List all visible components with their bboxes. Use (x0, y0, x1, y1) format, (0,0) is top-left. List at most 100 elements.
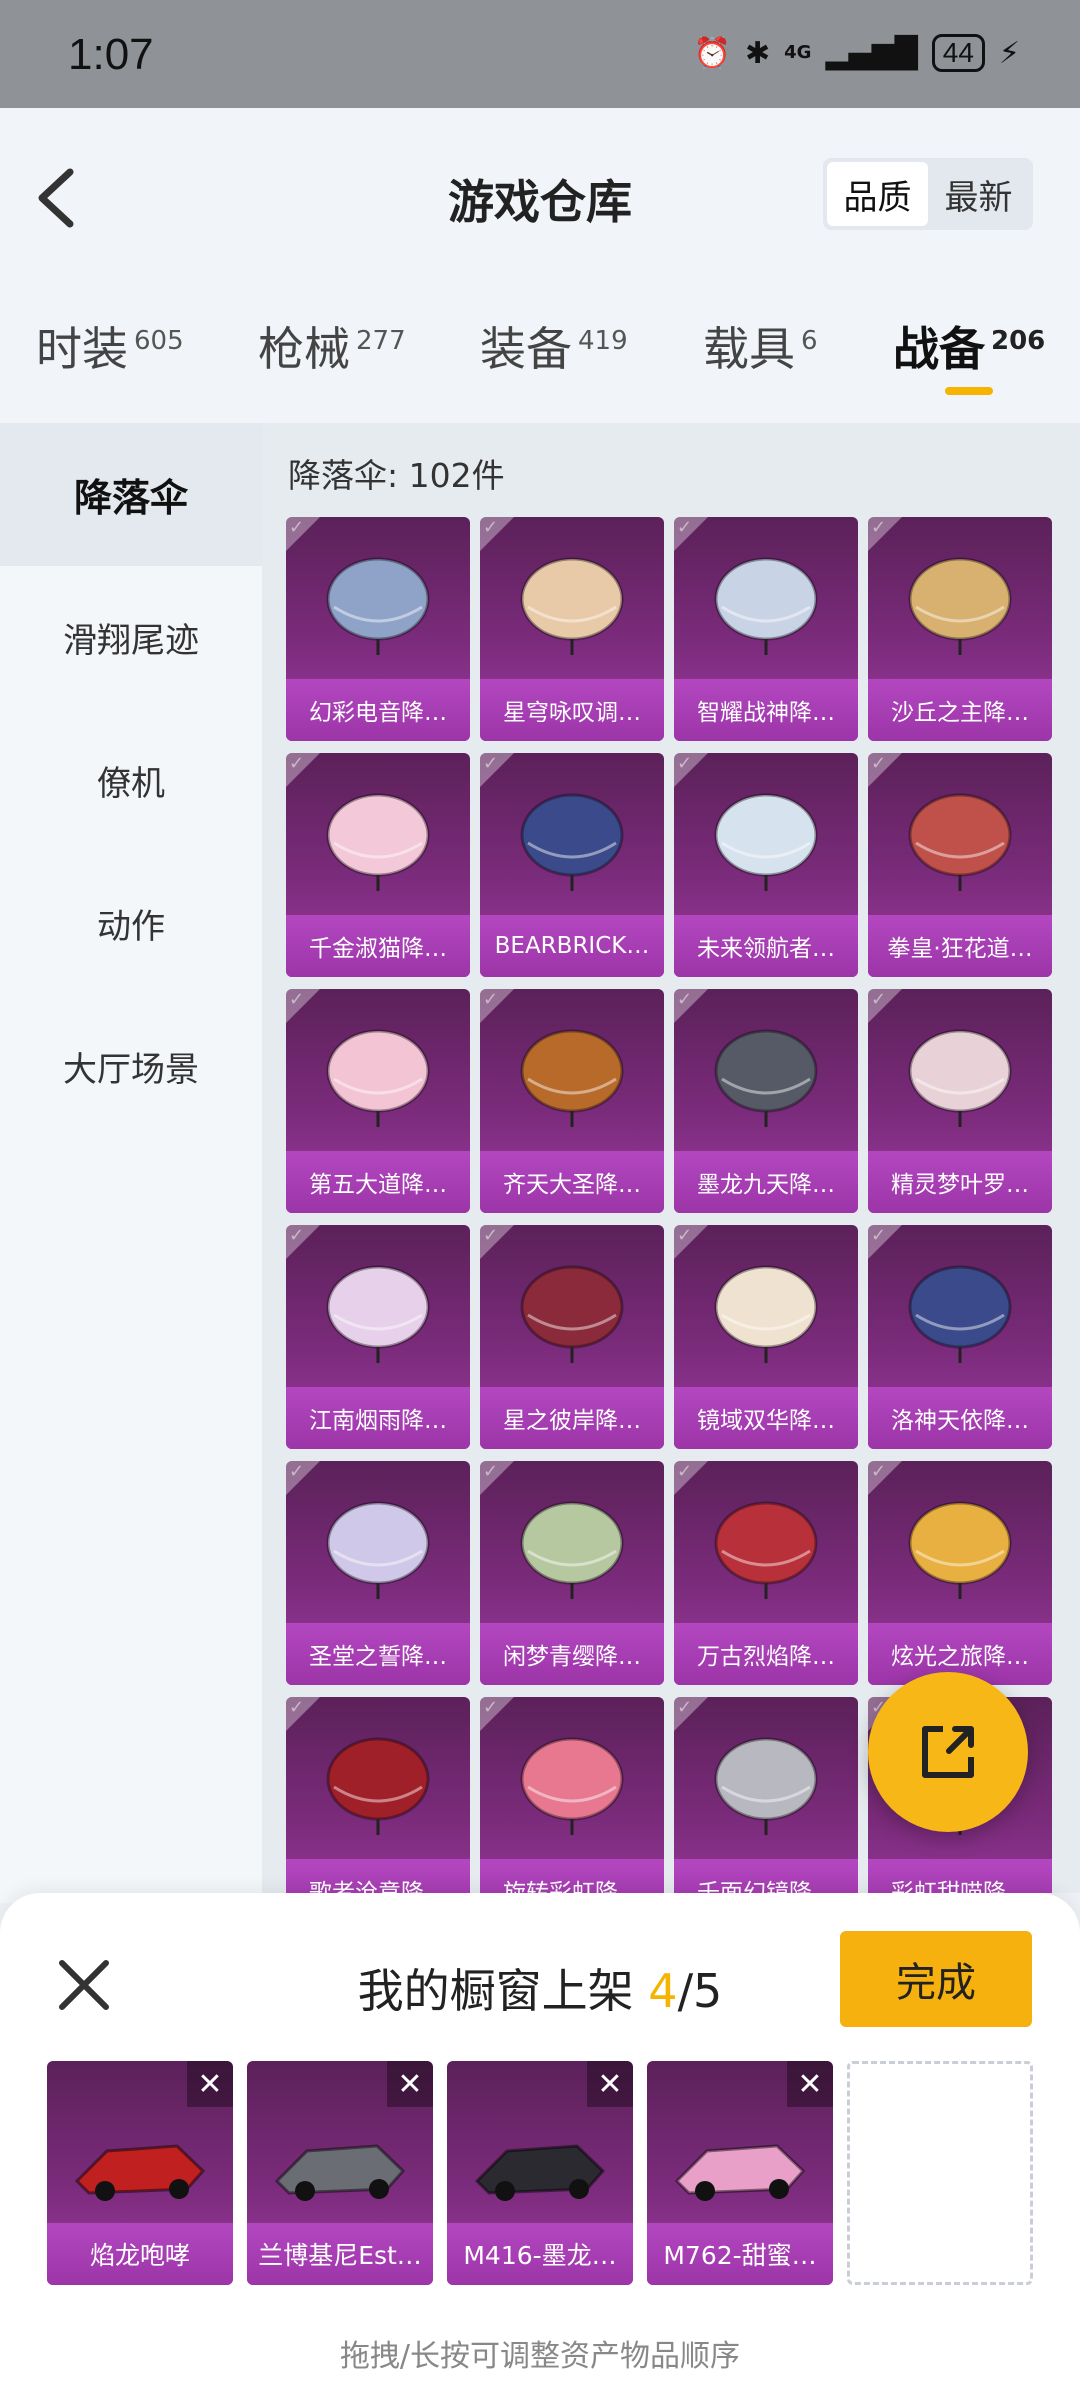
select-corner-icon (480, 1225, 514, 1259)
tab-count: 6 (801, 325, 818, 356)
card-name-bar: 墨龙九天降… (674, 1151, 858, 1213)
parachute-card[interactable]: 千面幻镜降… (674, 1697, 858, 1893)
parachute-card[interactable]: 闲梦青缨降… (480, 1461, 664, 1685)
remove-item-button[interactable]: ✕ (787, 2061, 833, 2107)
parachute-card[interactable]: 歌者沧意降… (286, 1697, 470, 1893)
tab-vehicles[interactable]: 载具 6 (703, 313, 818, 379)
select-corner-icon (480, 1461, 514, 1495)
card-name-bar: 彩虹甜喵降… (868, 1859, 1052, 1893)
tab-firearms[interactable]: 枪械 277 (258, 313, 406, 379)
parachute-card[interactable]: 圣堂之誓降… (286, 1461, 470, 1685)
parachute-card[interactable]: 千金淑猫降… (286, 753, 470, 977)
tab-combat-gear[interactable]: 战备 206 (893, 313, 1045, 379)
signal-icon: ▂▄▆█ (825, 35, 918, 71)
parachute-icon (326, 1029, 430, 1127)
select-corner-icon (674, 1225, 708, 1259)
sidebar-item-emote[interactable]: 动作 (0, 852, 262, 995)
parachute-icon (520, 1265, 624, 1363)
parachute-card[interactable]: 墨龙九天降… (674, 989, 858, 1213)
parachute-card[interactable]: BEARBRICK… (480, 753, 664, 977)
select-corner-icon (868, 1225, 902, 1259)
remove-item-button[interactable]: ✕ (187, 2061, 233, 2107)
parachute-card[interactable]: 智耀战神降… (674, 517, 858, 741)
showcase-total-count: /5 (677, 1964, 723, 2018)
parachute-icon (326, 1737, 430, 1835)
item-name: 齐天大圣降… (503, 1172, 641, 1198)
parachute-card[interactable]: 万古烈焰降… (674, 1461, 858, 1685)
tab-count: 206 (991, 325, 1046, 356)
parachute-icon (908, 793, 1012, 891)
empty-showcase-slot[interactable] (847, 2061, 1033, 2285)
parachute-card[interactable]: 江南烟雨降… (286, 1225, 470, 1449)
parachute-icon (520, 557, 624, 655)
select-corner-icon (674, 1461, 708, 1495)
sidebar-item-wingman[interactable]: 僚机 (0, 709, 262, 852)
item-name: 焰龙咆哮 (89, 2241, 190, 2270)
status-icons: ⏰ ✱ 4G ▂▄▆█ 44 ⚡ (694, 34, 1020, 72)
card-name-bar: 闲梦青缨降… (480, 1623, 664, 1685)
parachute-card[interactable]: 镜域双华降… (674, 1225, 858, 1449)
parachute-card[interactable]: 齐天大圣降… (480, 989, 664, 1213)
parachute-card[interactable]: 炫光之旅降… (868, 1461, 1052, 1685)
status-bar: 1:07 ⏰ ✱ 4G ▂▄▆█ 44 ⚡ (0, 0, 1080, 108)
parachute-icon (520, 1737, 624, 1835)
parachute-card[interactable]: 沙丘之主降… (868, 517, 1052, 741)
parachute-card[interactable]: 拳皇·狂花道… (868, 753, 1052, 977)
select-corner-icon (286, 753, 320, 787)
showcase-item[interactable]: ✕ M762-甜蜜… (647, 2061, 833, 2285)
tab-count: 419 (578, 325, 628, 356)
item-name: 幻彩电音降… (309, 700, 447, 726)
showcase-item[interactable]: ✕ M416-墨龙… (447, 2061, 633, 2285)
network-label: 4G (784, 42, 812, 63)
item-thumbnail-icon (674, 2144, 806, 2201)
sort-newest-button[interactable]: 最新 (928, 162, 1029, 226)
parachute-card[interactable]: 星穹咏叹调… (480, 517, 664, 741)
item-name: 墨龙九天降… (697, 1172, 835, 1198)
card-name-bar: 旋转彩虹降… (480, 1859, 664, 1893)
tab-equipment[interactable]: 装备 419 (480, 313, 628, 379)
showcase-item[interactable]: ✕ 兰博基尼Est… (247, 2061, 433, 2285)
showcase-current-count: 4 (648, 1964, 678, 2018)
card-name-bar: 歌者沧意降… (286, 1859, 470, 1893)
card-name-bar: 镜域双华降… (674, 1387, 858, 1449)
item-name: M416-墨龙… (463, 2241, 617, 2270)
remove-item-button[interactable]: ✕ (387, 2061, 433, 2107)
parachute-icon (908, 1265, 1012, 1363)
parachute-icon (714, 793, 818, 891)
charging-icon: ⚡ (998, 35, 1020, 71)
tab-fashion[interactable]: 时装 605 (36, 313, 184, 379)
panel-title-text: 我的橱窗上架 (357, 1964, 649, 2018)
showcase-shelf: ✕ 焰龙咆哮 ✕ 兰博基尼Est… ✕ M416-墨龙… ✕ M762-甜蜜… (47, 2061, 1033, 2285)
parachute-card[interactable]: 旋转彩虹降… (480, 1697, 664, 1893)
parachute-icon (520, 793, 624, 891)
item-name: 千面幻镜降… (697, 1880, 835, 1893)
parachute-card[interactable]: 洛神天依降… (868, 1225, 1052, 1449)
share-button[interactable] (868, 1672, 1028, 1832)
card-name-bar: 星穹咏叹调… (480, 679, 664, 741)
item-name: 星穹咏叹调… (503, 700, 641, 726)
sidebar-item-parachute[interactable]: 降落伞 (0, 423, 262, 566)
select-corner-icon (868, 517, 902, 551)
parachute-card[interactable]: 精灵梦叶罗… (868, 989, 1052, 1213)
card-name-bar: 圣堂之誓降… (286, 1623, 470, 1685)
done-button[interactable]: 完成 (840, 1931, 1032, 2027)
showcase-item[interactable]: ✕ 焰龙咆哮 (47, 2061, 233, 2285)
card-name-bar: 江南烟雨降… (286, 1387, 470, 1449)
sidebar-item-lobby-scene[interactable]: 大厅场景 (0, 995, 262, 1138)
card-name-bar: M416-墨龙… (447, 2223, 633, 2285)
share-icon (922, 1726, 974, 1778)
sidebar-item-glide-trail[interactable]: 滑翔尾迹 (0, 566, 262, 709)
parachute-card[interactable]: 幻彩电音降… (286, 517, 470, 741)
item-name: 炫光之旅降… (891, 1644, 1029, 1670)
sort-quality-button[interactable]: 品质 (827, 162, 928, 226)
parachute-card[interactable]: 星之彼岸降… (480, 1225, 664, 1449)
bluetooth-icon: ✱ (745, 35, 771, 71)
sort-toggle: 品质 最新 (823, 158, 1033, 230)
card-name-bar: 拳皇·狂花道… (868, 915, 1052, 977)
parachute-card[interactable]: 未来领航者… (674, 753, 858, 977)
item-name: 未来领航者… (697, 936, 835, 962)
card-name-bar: 幻彩电音降… (286, 679, 470, 741)
parachute-card[interactable]: 第五大道降… (286, 989, 470, 1213)
select-corner-icon (480, 753, 514, 787)
remove-item-button[interactable]: ✕ (587, 2061, 633, 2107)
